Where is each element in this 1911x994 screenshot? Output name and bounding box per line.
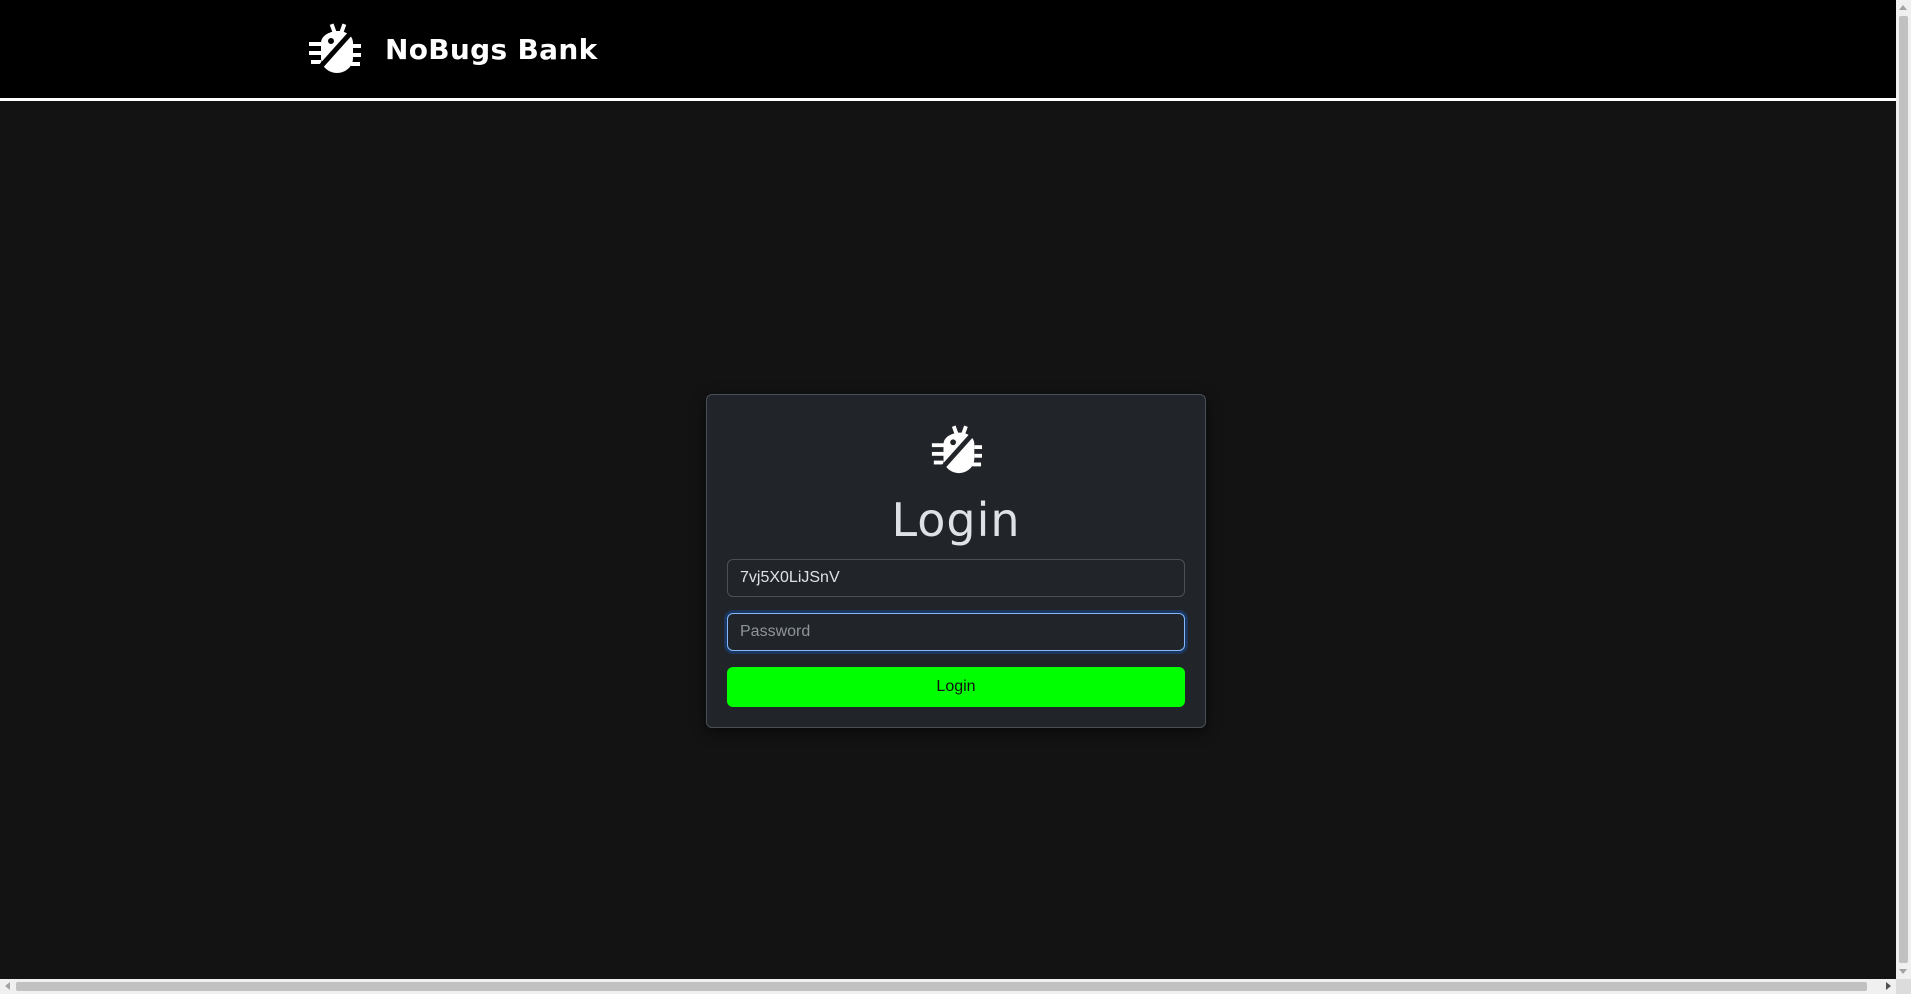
page: NoBugs Bank Login 7vj5X0LiJSnV Login bbox=[0, 0, 1911, 994]
vertical-scroll-thumb[interactable] bbox=[1899, 16, 1908, 963]
scroll-left-arrow-icon[interactable] bbox=[5, 982, 10, 990]
bug-slash-icon bbox=[307, 22, 361, 76]
vertical-scrollbar[interactable] bbox=[1896, 0, 1911, 979]
bug-slash-icon bbox=[930, 424, 982, 476]
login-button[interactable]: Login bbox=[727, 667, 1185, 707]
navbar: NoBugs Bank bbox=[0, 0, 1896, 101]
password-input[interactable] bbox=[727, 613, 1185, 651]
scrollbar-corner bbox=[1896, 979, 1911, 994]
horizontal-scroll-thumb[interactable] bbox=[16, 982, 1867, 991]
login-title: Login bbox=[891, 493, 1021, 547]
brand-link[interactable]: NoBugs Bank bbox=[307, 22, 598, 76]
login-card: Login Login bbox=[706, 394, 1206, 728]
username-input[interactable] bbox=[727, 559, 1185, 597]
scroll-right-arrow-icon[interactable] bbox=[1886, 982, 1891, 990]
scroll-down-arrow-icon[interactable] bbox=[1899, 969, 1907, 974]
scroll-up-arrow-icon[interactable] bbox=[1899, 5, 1907, 10]
brand-name: NoBugs Bank bbox=[385, 32, 598, 66]
horizontal-scrollbar[interactable] bbox=[0, 979, 1896, 994]
